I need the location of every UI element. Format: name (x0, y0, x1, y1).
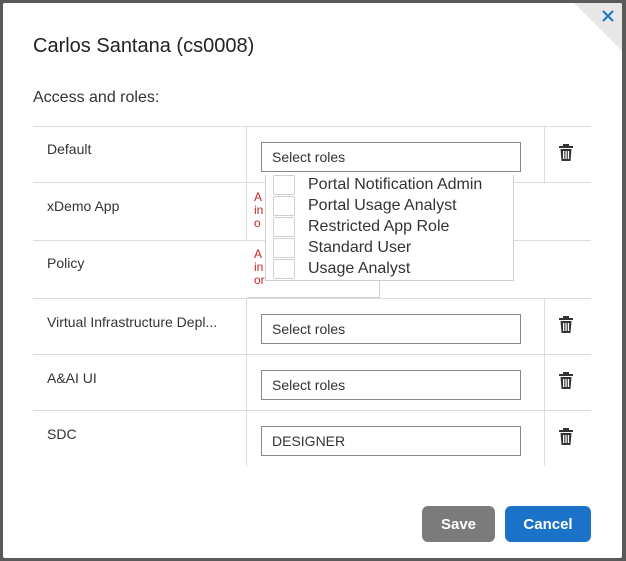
role-option-label: Portal Usage Analyst (308, 197, 457, 214)
role-option[interactable]: Portal Notification Admin (273, 175, 513, 196)
app-name: Policy (47, 255, 85, 271)
close-icon[interactable] (600, 8, 616, 24)
checkbox[interactable] (273, 196, 295, 216)
save-button[interactable]: Save (422, 506, 495, 542)
dialog-title: Carlos Santana (cs0008) (33, 35, 255, 57)
role-option[interactable]: Portal Usage Analyst (273, 196, 513, 217)
app-name: Virtual Infrastructure Depl... (47, 314, 218, 330)
role-option-label: Portal Notification Admin (308, 176, 483, 193)
roles-select[interactable]: DESIGNER (261, 426, 521, 456)
app-name: xDemo App (47, 198, 120, 214)
app-name: Default (47, 141, 92, 157)
trash-icon[interactable] (558, 316, 574, 334)
app-name: A&AI UI (47, 370, 97, 386)
role-option[interactable]: Usage Analyst (273, 259, 513, 280)
trash-icon[interactable] (558, 144, 574, 162)
role-option[interactable]: Standard User (273, 238, 513, 259)
checkbox[interactable] (273, 238, 295, 258)
table-row: Virtual Infrastructure Depl... Select ro… (33, 298, 591, 354)
roles-dropdown-list: Portal Notification Admin Portal Usage A… (265, 175, 514, 281)
trash-icon[interactable] (558, 372, 574, 390)
role-option[interactable]: Restricted App Role (273, 217, 513, 238)
cancel-button[interactable]: Cancel (505, 506, 591, 542)
table-row: Default Select roles (33, 126, 591, 182)
access-roles-label: Access and roles: (33, 89, 160, 106)
roles-select[interactable]: Select roles (261, 142, 521, 172)
checkbox[interactable] (273, 175, 295, 195)
role-option-label: Standard User (308, 239, 412, 256)
table-row: A&AI UI Select roles (33, 354, 591, 410)
roles-select[interactable]: Select roles (261, 370, 521, 400)
table-row: SDC DESIGNER (33, 410, 591, 466)
user-access-dialog: Carlos Santana (cs0008) Access and roles… (3, 3, 622, 558)
checkbox[interactable] (273, 217, 295, 237)
roles-select[interactable]: Select roles (261, 314, 521, 344)
role-option-label: Restricted App Role (308, 218, 450, 235)
checkbox[interactable] (273, 259, 295, 279)
role-option-label: Usage Analyst (308, 260, 411, 277)
app-name: SDC (47, 426, 77, 442)
trash-icon[interactable] (558, 428, 574, 446)
